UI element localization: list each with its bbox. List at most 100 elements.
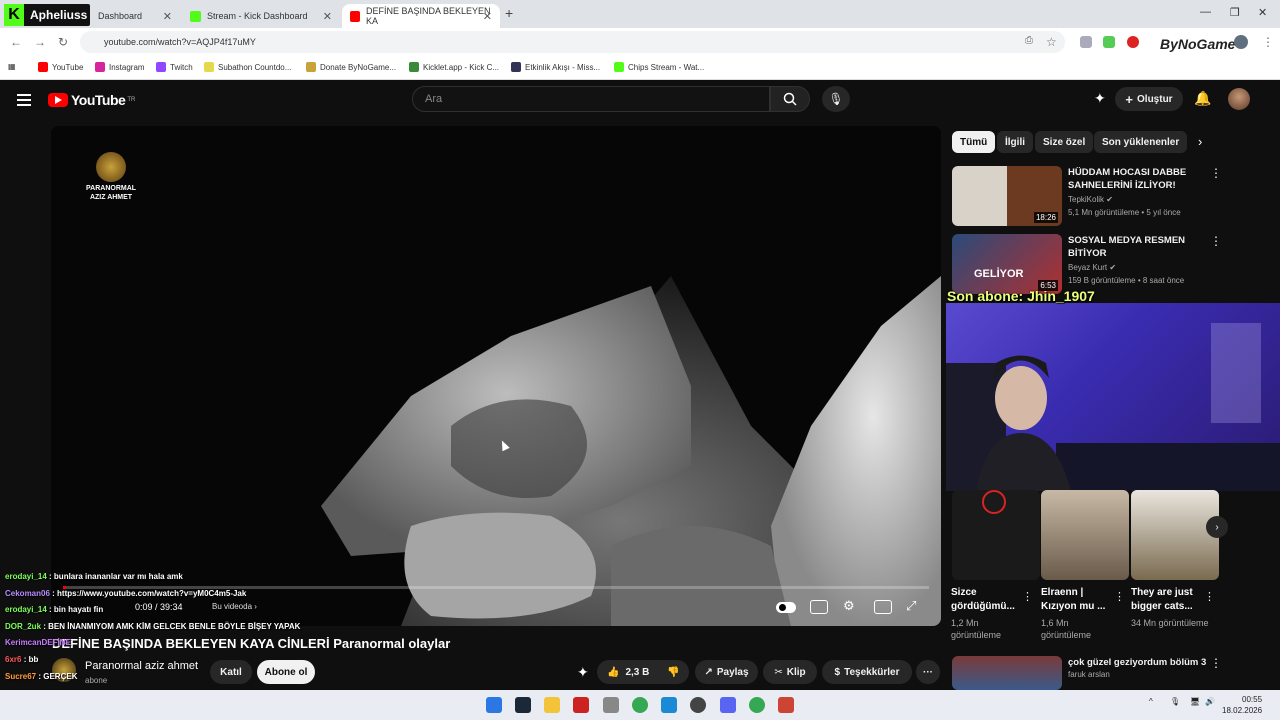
bookmark-instagram[interactable]: Instagram: [95, 62, 145, 72]
subtitles-icon[interactable]: [810, 600, 828, 614]
recommended-video[interactable]: 18:26 HÜDDAM HOCASI DABBE SAHNELERİNİ İZ…: [952, 166, 1252, 228]
file-explorer-icon[interactable]: [544, 697, 560, 713]
chrome-icon[interactable]: [749, 697, 765, 713]
app-icon[interactable]: [573, 697, 589, 713]
obs-icon[interactable]: [690, 697, 706, 713]
extension-icon[interactable]: [1080, 36, 1092, 48]
shorts-next-icon[interactable]: ›: [1206, 516, 1228, 538]
bookmark-chips[interactable]: Chips Stream - Wat...: [614, 62, 704, 72]
bynogame-extension[interactable]: ByNoGame: [1160, 36, 1235, 52]
menu-icon[interactable]: ⋮: [1262, 35, 1274, 49]
user-avatar[interactable]: [1228, 88, 1250, 110]
bookmark-star-icon[interactable]: ☆: [1046, 35, 1057, 49]
network-icon[interactable]: 🖥: [1190, 697, 1200, 706]
short-title[interactable]: Elraenn | Kızıyon mu ...: [1041, 586, 1119, 614]
recommended-channel[interactable]: TepkiKolik ✔: [1068, 195, 1113, 204]
bookmark-youtube[interactable]: YouTube: [38, 62, 83, 72]
recommended-title[interactable]: SOSYAL MEDYA RESMEN BİTİYOR: [1068, 234, 1218, 260]
microphone-tray-icon[interactable]: 🎙: [1170, 697, 1180, 706]
chrome-icon[interactable]: [632, 697, 648, 713]
join-button[interactable]: Katıl: [210, 660, 252, 684]
share-button[interactable]: ↗ Paylaş: [695, 660, 758, 684]
like-dislike-group[interactable]: 👍 2,3 B 👎: [597, 660, 689, 684]
maximize-button[interactable]: ❐: [1230, 6, 1240, 19]
dislike-icon[interactable]: 👎: [667, 667, 679, 678]
bookmark-kicklet[interactable]: Kicklet.app - Kick C...: [409, 62, 499, 72]
chip-all[interactable]: Tümü: [952, 131, 996, 153]
video-thumbnail[interactable]: GELİYOR 6:53: [952, 234, 1062, 294]
short-thumbnail[interactable]: [1041, 490, 1129, 580]
chevron-right-icon[interactable]: ›: [1198, 134, 1202, 149]
recommended-title[interactable]: çok güzel geziyordum bölüm 3: [1068, 656, 1218, 669]
reload-icon[interactable]: ↻: [58, 35, 68, 49]
short-thumbnail[interactable]: [952, 490, 1040, 580]
autoplay-toggle[interactable]: [776, 602, 796, 613]
extension-icon[interactable]: [1127, 36, 1139, 48]
url-input[interactable]: youtube.com/watch?v=AQJP4f17uMY: [80, 31, 1065, 53]
browser-tab-3[interactable]: DEFİNE BAŞINDA BEKLEYEN KA ✕: [342, 4, 500, 28]
recommended-channel[interactable]: faruk arslan: [1068, 670, 1110, 679]
volume-icon[interactable]: 🔊: [1205, 697, 1215, 706]
more-options-icon[interactable]: ⋮: [1210, 656, 1222, 670]
sparkle-icon[interactable]: ✦: [577, 664, 589, 681]
recommended-title[interactable]: HÜDDAM HOCASI DABBE SAHNELERİNİ İZLİYOR!: [1068, 166, 1218, 192]
video-thumbnail[interactable]: 18:26: [952, 166, 1062, 226]
app-icon[interactable]: [603, 697, 619, 713]
thanks-button[interactable]: $ Teşekkürler: [822, 660, 912, 684]
chip-for-you[interactable]: Size özel: [1035, 131, 1094, 153]
close-window-button[interactable]: ✕: [1258, 6, 1267, 19]
profile-avatar[interactable]: [1234, 35, 1248, 49]
recommended-channel[interactable]: Beyaz Kurt ✔: [1068, 263, 1116, 272]
browser-tab-1[interactable]: Dashboard ✕: [90, 4, 180, 28]
subscribe-button[interactable]: Abone ol: [257, 660, 315, 684]
apps-icon[interactable]: ▦: [8, 62, 16, 71]
back-icon[interactable]: ←: [10, 35, 22, 49]
chip-related[interactable]: İlgili: [997, 131, 1033, 153]
more-options-icon[interactable]: ⋮: [1210, 166, 1222, 180]
system-clock[interactable]: 00:55 18.02.2026: [1222, 694, 1262, 716]
video-thumbnail[interactable]: [952, 656, 1062, 690]
more-options-icon[interactable]: ⋮: [1210, 234, 1222, 248]
bookmark-donate[interactable]: Donate ByNoGame...: [306, 62, 396, 72]
video-player[interactable]: [51, 126, 941, 626]
extension-icon[interactable]: [1103, 36, 1115, 48]
app-icon[interactable]: [778, 697, 794, 713]
more-options-icon[interactable]: ⋮: [1204, 590, 1215, 603]
settings-gear-icon[interactable]: ⚙: [843, 598, 855, 614]
short-title[interactable]: Sizce gördüğümü...: [951, 586, 1029, 614]
fullscreen-icon[interactable]: ⤢: [906, 598, 916, 614]
close-icon[interactable]: ✕: [163, 10, 172, 23]
more-actions-button[interactable]: ···: [916, 660, 940, 684]
app-icon[interactable]: [661, 697, 677, 713]
chip-recent[interactable]: Son yüklenenler: [1094, 131, 1188, 153]
recommended-video[interactable]: GELİYOR 6:53 SOSYAL MEDYA RESMEN BİTİYOR…: [952, 234, 1252, 294]
steam-icon[interactable]: [515, 697, 531, 713]
bookmark-etkinlik[interactable]: Etkinlik Akışı - Miss...: [511, 62, 600, 72]
youtube-logo[interactable]: YouTube TR: [48, 92, 135, 108]
search-button[interactable]: [770, 86, 810, 112]
short-title[interactable]: They are just bigger cats...: [1131, 586, 1209, 614]
extension-star-icon[interactable]: ✦: [1094, 90, 1106, 107]
hamburger-menu-icon[interactable]: [17, 94, 31, 106]
forward-icon[interactable]: →: [34, 35, 46, 49]
short-thumbnail[interactable]: [1131, 490, 1219, 580]
windows-start-icon[interactable]: [486, 697, 502, 713]
like-icon[interactable]: 👍: [607, 667, 619, 678]
close-icon[interactable]: ✕: [483, 10, 492, 23]
recommended-video[interactable]: çok güzel geziyordum bölüm 3 faruk arsla…: [952, 656, 1252, 690]
channel-name[interactable]: Paranormal aziz ahmet: [85, 660, 198, 672]
discord-icon[interactable]: [720, 697, 736, 713]
more-options-icon[interactable]: ⋮: [1022, 590, 1033, 603]
microphone-icon[interactable]: 🎙: [822, 86, 850, 112]
search-input[interactable]: Ara: [412, 86, 770, 112]
create-button[interactable]: + Oluştur: [1115, 87, 1183, 111]
close-icon[interactable]: ✕: [323, 10, 332, 23]
install-icon[interactable]: ⎙: [1025, 35, 1033, 46]
more-options-icon[interactable]: ⋮: [1114, 590, 1125, 603]
chapter-button[interactable]: Bu videoda ›: [212, 602, 257, 611]
tray-chevron-icon[interactable]: ^: [1149, 697, 1153, 706]
clip-button[interactable]: ✂ Klip: [763, 660, 817, 684]
browser-tab-2[interactable]: Stream - Kick Dashboard ✕: [182, 4, 340, 28]
new-tab-button[interactable]: +: [505, 5, 513, 21]
notifications-bell-icon[interactable]: 🔔: [1194, 90, 1211, 107]
